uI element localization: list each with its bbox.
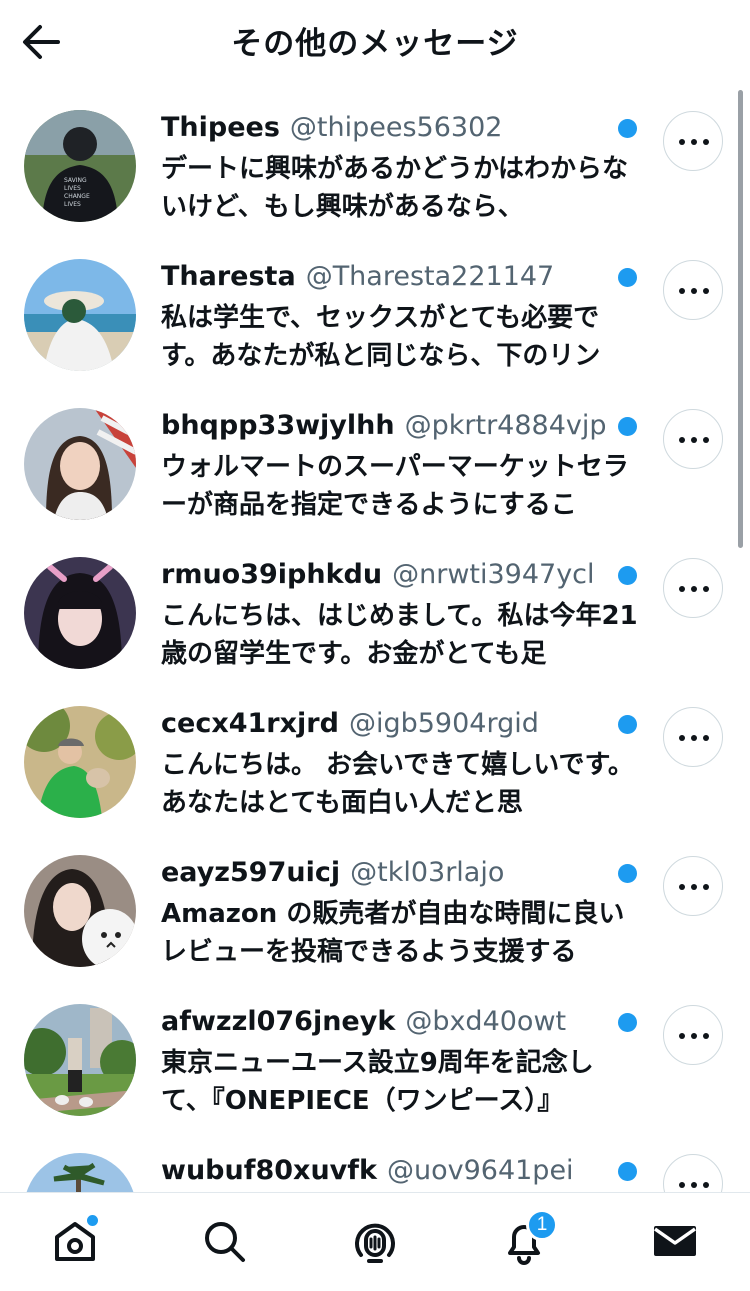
- display-name: afwzzl076jneyk: [161, 1006, 396, 1037]
- conversation-row[interactable]: rmuo39iphkdu @nrwti3947ycl こんにちは、はじめまして。私…: [0, 537, 750, 686]
- conversation-row[interactable]: eayz597uicj @tkl03rlajo Amazon の販売者が自由な時間…: [0, 835, 750, 984]
- page-title: その他のメッセージ: [231, 26, 519, 62]
- svg-text:LIVES: LIVES: [64, 185, 81, 192]
- nav-notifications[interactable]: 1: [494, 1209, 558, 1271]
- scrollbar[interactable]: [738, 90, 743, 548]
- more-horizontal-icon: [679, 288, 709, 294]
- nav-messages[interactable]: [645, 1211, 705, 1271]
- more-options-button[interactable]: [663, 111, 723, 171]
- avatar[interactable]: [24, 557, 136, 669]
- unread-indicator: [618, 864, 637, 883]
- unread-indicator: [618, 417, 637, 436]
- display-name: bhqpp33wjylhh: [161, 410, 395, 441]
- messages-icon: [653, 1226, 697, 1256]
- unread-indicator: [618, 715, 637, 734]
- conversation-row[interactable]: cecx41rxjrd @igb5904rgid こんにちは。 お会いできて嬉しい…: [0, 686, 750, 835]
- more-options-button[interactable]: [663, 558, 723, 618]
- unread-indicator: [618, 566, 637, 585]
- avatar[interactable]: [24, 1004, 136, 1116]
- conversation-title: Tharesta @Tharesta221147: [161, 259, 611, 295]
- conversation-title: cecx41rxjrd @igb5904rgid: [161, 706, 611, 742]
- more-horizontal-icon: [679, 586, 709, 592]
- svg-text:SAVING: SAVING: [64, 177, 87, 184]
- username: @Tharesta221147: [305, 261, 555, 292]
- spaces-icon: [355, 1223, 395, 1263]
- more-horizontal-icon: [679, 437, 709, 443]
- more-options-button[interactable]: [663, 260, 723, 320]
- unread-indicator: [618, 1162, 637, 1181]
- username: @thipees56302: [289, 112, 503, 143]
- message-preview: Amazon の販売者が自由な時間に良いレビューを投稿できるよう支援する: [161, 899, 625, 967]
- nav-spaces[interactable]: [345, 1211, 405, 1271]
- conversation-list[interactable]: SAVING LIVES CHANGE LIVES Thipees @thipee…: [0, 90, 750, 1192]
- unread-indicator: [618, 119, 637, 138]
- username: @nrwti3947ycl: [392, 559, 595, 590]
- avatar[interactable]: [24, 1153, 136, 1192]
- more-options-button[interactable]: [663, 1005, 723, 1065]
- conversation-row[interactable]: afwzzl076jneyk @bxd40owt 東京ニューユース設立9周年を記念…: [0, 984, 750, 1133]
- username: @tkl03rlajo: [350, 857, 505, 888]
- top-bar: その他のメッセージ: [0, 0, 750, 86]
- conversation-row[interactable]: Tharesta @Tharesta221147 私は学生で、セックスがとても必要…: [0, 239, 750, 388]
- more-options-button[interactable]: [663, 1154, 723, 1192]
- unread-indicator: [618, 1013, 637, 1032]
- display-name: wubuf80xuvfk: [161, 1155, 377, 1186]
- notification-count-badge: 1: [526, 1209, 558, 1241]
- new-content-dot: [85, 1213, 100, 1228]
- conversation-title: bhqpp33wjylhh @pkrtr4884vjp: [161, 408, 611, 444]
- more-horizontal-icon: [679, 139, 709, 145]
- avatar[interactable]: [24, 408, 136, 520]
- more-options-button[interactable]: [663, 856, 723, 916]
- search-icon: [205, 1222, 245, 1262]
- more-options-button[interactable]: [663, 409, 723, 469]
- conversation-title: eayz597uicj @tkl03rlajo: [161, 855, 611, 891]
- message-preview: デートに興味があるかどうかはわからないけど、もし興味があるなら、: [161, 154, 628, 222]
- bottom-navigation: 1: [0, 1192, 750, 1291]
- conversation-title: rmuo39iphkdu @nrwti3947ycl: [161, 557, 611, 593]
- display-name: cecx41rxjrd: [161, 708, 339, 739]
- conversation-row[interactable]: bhqpp33wjylhh @pkrtr4884vjp ウォルマートのスーパーマー…: [0, 388, 750, 537]
- nav-search[interactable]: [194, 1211, 254, 1271]
- username: @igb5904rgid: [348, 708, 539, 739]
- conversation-title: Thipees @thipees56302: [161, 110, 611, 146]
- conversation-row[interactable]: SAVING LIVES CHANGE LIVES Thipees @thipee…: [0, 90, 750, 239]
- username: @pkrtr4884vjp: [404, 410, 607, 441]
- avatar[interactable]: [24, 706, 136, 818]
- conversation-row[interactable]: wubuf80xuvfk @uov9641pei: [0, 1133, 750, 1192]
- more-horizontal-icon: [679, 1033, 709, 1039]
- message-preview: こんにちは。 お会いできて嬉しいです。 あなたはとても面白い人だと思: [161, 750, 634, 818]
- message-preview: 私は学生で、セックスがとても必要です。あなたが私と同じなら、下のリン: [161, 303, 601, 371]
- svg-text:LIVES: LIVES: [64, 201, 81, 208]
- display-name: eayz597uicj: [161, 857, 341, 888]
- conversation-title: wubuf80xuvfk @uov9641pei: [161, 1153, 611, 1189]
- more-horizontal-icon: [679, 884, 709, 890]
- message-preview: こんにちは、はじめまして。私は今年21歳の留学生です。お金がとても足: [161, 601, 638, 669]
- more-horizontal-icon: [679, 1182, 709, 1188]
- display-name: rmuo39iphkdu: [161, 559, 383, 590]
- avatar[interactable]: [24, 259, 136, 371]
- message-preview: 東京ニューユース設立9周年を記念して、『ONEPIECE（ワンピース）』: [161, 1048, 594, 1116]
- avatar[interactable]: SAVING LIVES CHANGE LIVES: [24, 110, 136, 222]
- display-name: Thipees: [161, 112, 280, 143]
- username: @uov9641pei: [386, 1155, 574, 1186]
- more-horizontal-icon: [679, 735, 709, 741]
- svg-text:CHANGE: CHANGE: [64, 193, 90, 200]
- avatar[interactable]: [24, 855, 136, 967]
- display-name: Tharesta: [161, 261, 296, 292]
- more-options-button[interactable]: [663, 707, 723, 767]
- unread-indicator: [618, 268, 637, 287]
- message-preview: ウォルマートのスーパーマーケットセラーが商品を指定できるようにするこ: [161, 452, 629, 520]
- username: @bxd40owt: [405, 1006, 567, 1037]
- nav-home[interactable]: [45, 1211, 105, 1271]
- conversation-title: afwzzl076jneyk @bxd40owt: [161, 1004, 611, 1040]
